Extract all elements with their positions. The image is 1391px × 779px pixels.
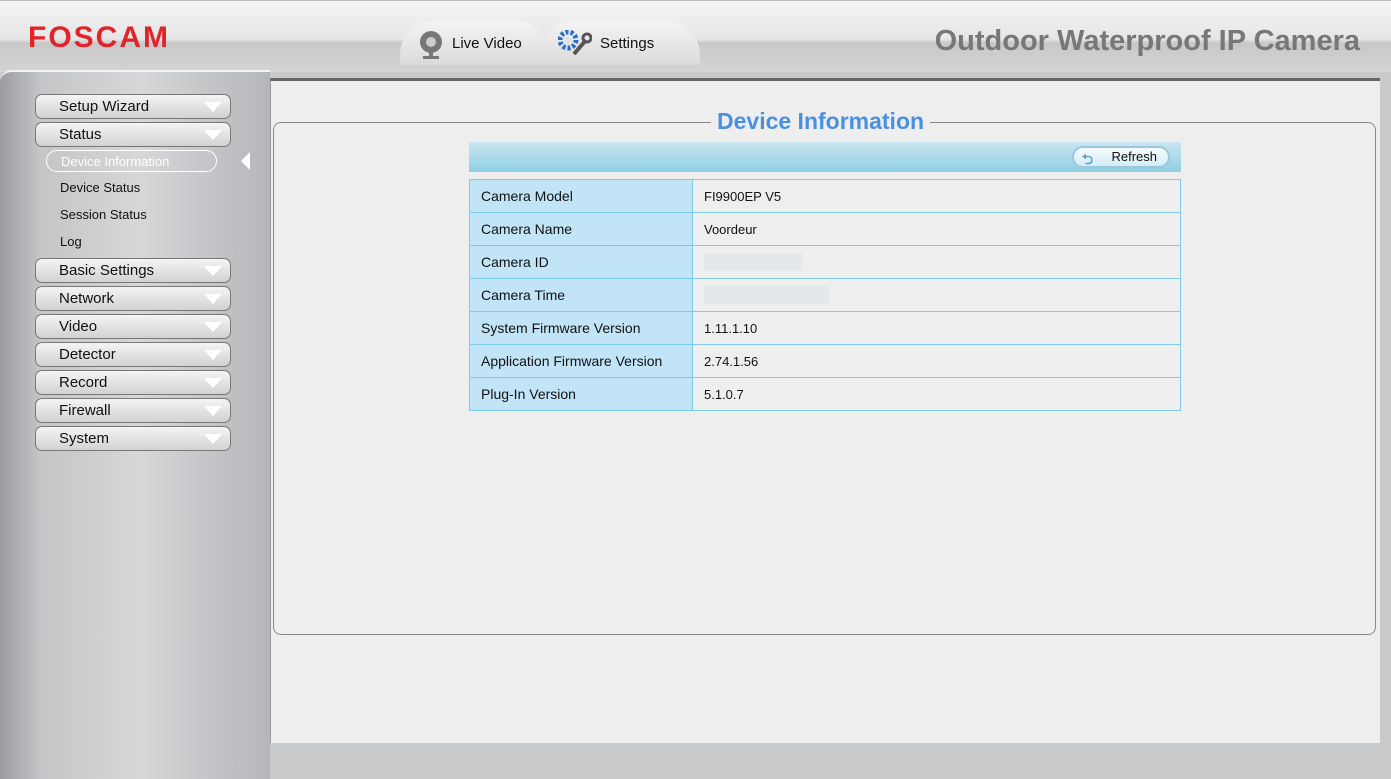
row-value-redacted	[692, 278, 1181, 312]
active-pointer-icon	[241, 152, 250, 170]
menu-label: Video	[59, 318, 98, 335]
menu-video[interactable]: Video	[35, 314, 231, 339]
row-label: Camera Model	[469, 179, 693, 213]
sidebar-item-device-information[interactable]: Device Information	[46, 150, 217, 172]
chevron-down-icon	[204, 266, 222, 276]
menu-label: Basic Settings	[59, 262, 155, 279]
toolbar: ⮌ Refresh	[469, 142, 1181, 172]
chevron-down-icon	[204, 322, 222, 332]
chevron-down-icon	[204, 102, 222, 112]
header: FOSCAM Outdoor Waterproof IP Camera Live…	[0, 0, 1391, 72]
product-title: Outdoor Waterproof IP Camera	[934, 25, 1360, 57]
foscam-logo: FOSCAM	[28, 21, 170, 54]
chevron-down-icon	[204, 434, 222, 444]
menu-label: Status	[59, 126, 102, 143]
tab-live-video[interactable]: Live Video	[400, 21, 550, 65]
menu-label: System	[59, 430, 110, 447]
menu-firewall[interactable]: Firewall	[35, 398, 231, 423]
tab-label: Live Video	[452, 34, 522, 52]
table-row: Camera Time	[469, 278, 1181, 312]
row-value: 2.74.1.56	[692, 344, 1181, 378]
menu-detector[interactable]: Detector	[35, 342, 231, 367]
chevron-down-icon	[204, 294, 222, 304]
tab-label: Settings	[600, 34, 655, 52]
page-title: Device Information	[711, 108, 931, 135]
menu-record[interactable]: Record	[35, 370, 231, 395]
menu-label: Detector	[59, 346, 116, 363]
table-row: Camera ID	[469, 245, 1181, 279]
refresh-icon: ⮌	[1082, 151, 1094, 167]
chevron-down-icon	[204, 378, 222, 388]
chevron-down-icon	[204, 350, 222, 360]
redacted-camera-time	[704, 286, 829, 304]
row-label: Camera Time	[469, 278, 693, 312]
row-label: Camera Name	[469, 212, 693, 246]
menu-label: Firewall	[59, 402, 111, 419]
table-row: Application Firmware Version 2.74.1.56	[469, 344, 1181, 378]
refresh-button[interactable]: ⮌ Refresh	[1072, 146, 1170, 168]
menu-label: Network	[59, 290, 115, 307]
sidebar-item-device-status[interactable]: Device Status	[46, 177, 217, 199]
row-value: Voordeur	[692, 212, 1181, 246]
row-label: System Firmware Version	[469, 311, 693, 345]
menu-label: Setup Wizard	[59, 98, 150, 115]
row-value: 1.11.1.10	[692, 311, 1181, 345]
row-value-redacted	[692, 245, 1181, 279]
row-label: Application Firmware Version	[469, 344, 693, 378]
row-label: Plug-In Version	[469, 377, 693, 411]
table-row: System Firmware Version 1.11.1.10	[469, 311, 1181, 345]
table-row: Camera Model FI9900EP V5	[469, 179, 1181, 213]
chevron-down-icon	[204, 406, 222, 416]
sidebar-item-log[interactable]: Log	[46, 231, 217, 253]
menu-system[interactable]: System	[35, 426, 231, 451]
menu-network[interactable]: Network	[35, 286, 231, 311]
redacted-camera-id	[704, 253, 802, 271]
row-value: 5.1.0.7	[692, 377, 1181, 411]
menu-label: Record	[59, 374, 108, 391]
refresh-label: Refresh	[1111, 149, 1157, 164]
webcam-icon	[418, 30, 444, 59]
row-label: Camera ID	[469, 245, 693, 279]
menu-setup-wizard[interactable]: Setup Wizard	[35, 94, 231, 119]
gear-wrench-icon	[557, 29, 593, 56]
chevron-down-icon	[204, 130, 222, 140]
table-row: Camera Name Voordeur	[469, 212, 1181, 246]
row-value: FI9900EP V5	[692, 179, 1181, 213]
device-info-table: Camera Model FI9900EP V5 Camera Name Voord…	[469, 179, 1181, 411]
table-row: Plug-In Version 5.1.0.7	[469, 377, 1181, 411]
menu-basic-settings[interactable]: Basic Settings	[35, 258, 231, 283]
sidebar-item-session-status[interactable]: Session Status	[46, 204, 217, 226]
menu-status[interactable]: Status	[35, 122, 231, 147]
tab-settings[interactable]: Settings	[540, 21, 700, 65]
